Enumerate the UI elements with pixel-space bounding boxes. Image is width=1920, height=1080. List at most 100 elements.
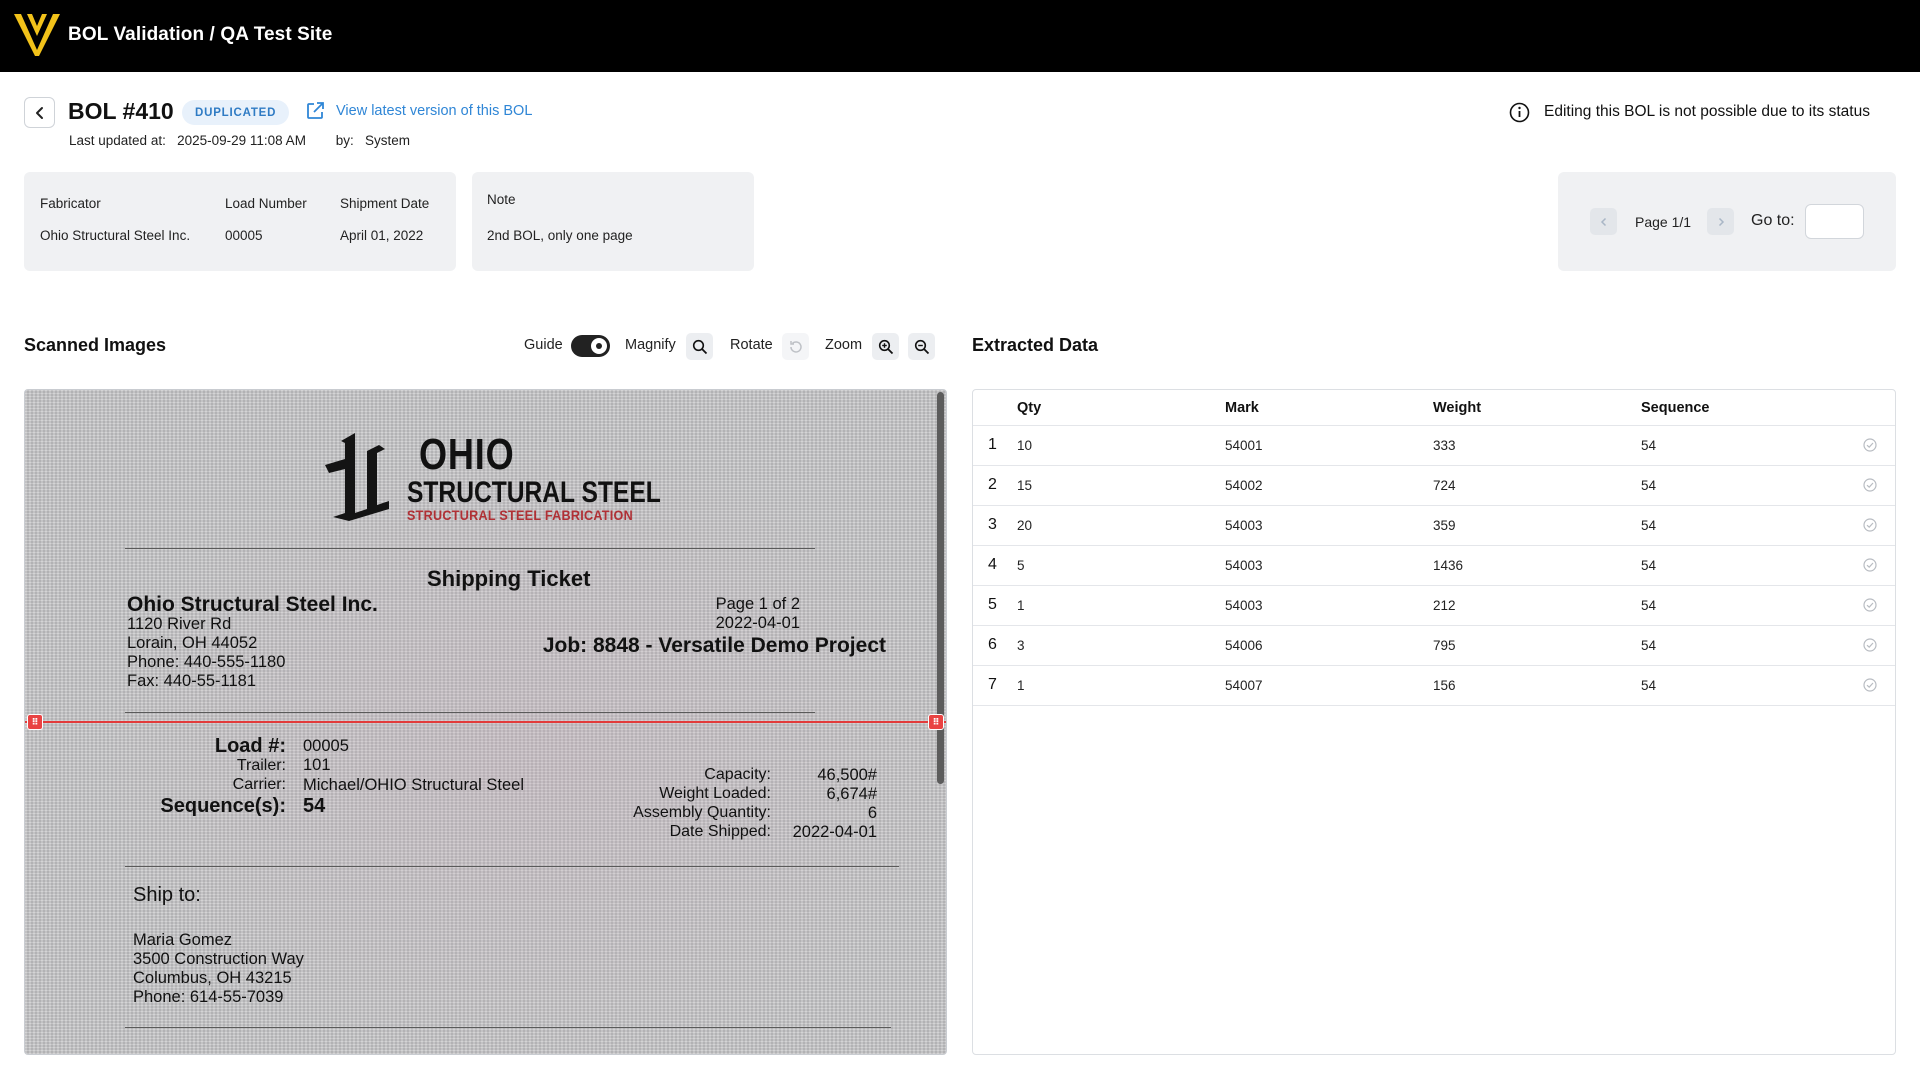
next-page-button[interactable] (1707, 208, 1734, 235)
shipment-date-label: Shipment Date (340, 196, 430, 211)
doc-carrier-value: Michael/OHIO Structural Steel (303, 776, 524, 794)
cell-sequence: 54 (1641, 638, 1657, 653)
edit-notice: Editing this BOL is not possible due to … (1544, 103, 1870, 120)
row-number: 7 (988, 676, 997, 693)
zoom-out-button[interactable] (908, 333, 935, 360)
doc-address2: Lorain, OH 44052 (127, 634, 258, 652)
cell-qty: 1 (1017, 598, 1025, 613)
doc-assembly-label: Assembly Quantity: (633, 804, 771, 821)
doc-ship-to-label: Ship to: (133, 884, 201, 906)
latest-version-link[interactable]: View latest version of this BOL (336, 103, 532, 119)
page-indicator: Page 1/1 (1635, 214, 1692, 230)
cell-weight: 724 (1433, 478, 1456, 493)
updated-value: 2025-09-29 11:08 AM (177, 133, 306, 148)
steel-beam-logo (325, 433, 389, 521)
check-circle-icon[interactable] (1863, 438, 1877, 452)
bol-summary-card (24, 172, 456, 271)
guide-toggle[interactable] (571, 335, 610, 357)
logo-icon[interactable] (12, 10, 62, 60)
doc-load-label: Load #: (214, 735, 286, 757)
load-number-label: Load Number (225, 196, 307, 211)
search-icon (692, 339, 707, 354)
back-button[interactable] (24, 97, 55, 128)
cell-sequence: 54 (1641, 438, 1657, 453)
goto-page-input[interactable] (1805, 204, 1864, 239)
doc-job: Job: 8848 - Versatile Demo Project (542, 634, 886, 657)
doc-carrier-label: Carrier: (232, 776, 286, 793)
rotate-button[interactable] (782, 333, 809, 360)
cell-weight: 795 (1433, 638, 1456, 653)
chevron-left-icon (1600, 217, 1606, 226)
doc-capacity-label: Capacity: (704, 766, 771, 783)
row-number: 3 (988, 516, 997, 533)
table-divider (973, 705, 1895, 706)
cell-sequence: 54 (1641, 678, 1657, 693)
doc-shipped-label: Date Shipped: (669, 823, 771, 840)
doc-assembly-value: 6 (867, 804, 877, 822)
row-number: 4 (988, 556, 997, 573)
guide-handle-right[interactable]: ⠿ (928, 714, 944, 730)
guide-handle-left[interactable]: ⠿ (27, 714, 43, 730)
extracted-data-title: Extracted Data (972, 335, 1099, 355)
cell-weight: 156 (1433, 678, 1456, 693)
divider (125, 1027, 891, 1028)
column-header-qty: Qty (1017, 400, 1042, 416)
by-value: System (364, 133, 410, 148)
note-label: Note (487, 192, 516, 207)
prev-page-button[interactable] (1590, 208, 1617, 235)
cell-qty: 1 (1017, 678, 1025, 693)
note-value: 2nd BOL, only one page (487, 228, 633, 243)
cell-weight: 333 (1433, 438, 1456, 453)
external-link-icon[interactable] (305, 101, 325, 121)
doc-ship-name: Maria Gomez (133, 931, 233, 949)
check-circle-icon[interactable] (1863, 638, 1877, 652)
cell-qty: 15 (1017, 478, 1033, 493)
cell-weight: 212 (1433, 598, 1456, 613)
fabricator-value: Ohio Structural Steel Inc. (40, 228, 191, 243)
magnify-button[interactable] (686, 333, 713, 360)
cell-sequence: 54 (1641, 478, 1657, 493)
check-circle-icon[interactable] (1863, 678, 1877, 692)
doc-sequence-label: Sequence(s): (160, 795, 286, 817)
app-title: BOL Validation / QA Test Site (68, 24, 333, 45)
chevron-right-icon (1718, 217, 1724, 226)
doc-ship-addr2: Columbus, OH 43215 (133, 969, 292, 987)
row-number: 5 (988, 596, 997, 613)
check-circle-icon[interactable] (1863, 478, 1877, 492)
row-number: 2 (988, 476, 997, 493)
doc-address1: 1120 River Rd (127, 615, 232, 633)
cell-mark: 54003 (1225, 598, 1263, 613)
cell-mark: 54007 (1225, 678, 1263, 693)
divider (125, 548, 815, 549)
doc-sequence-value: 54 (303, 795, 326, 817)
updated-label: Last updated at: (69, 133, 166, 148)
zoom-in-button[interactable] (872, 333, 899, 360)
scanned-image-viewer[interactable]: OHIO STRUCTURAL STEEL STRUCTURAL STEEL F… (24, 389, 947, 1055)
brand-line2: STRUCTURAL STEEL (407, 476, 661, 509)
cell-mark: 54002 (1225, 478, 1263, 493)
zoom-out-icon (914, 339, 929, 354)
page-title: BOL #410 (68, 98, 174, 124)
cell-qty: 20 (1017, 518, 1033, 533)
cell-mark: 54003 (1225, 518, 1263, 533)
cell-sequence: 54 (1641, 518, 1657, 533)
fabricator-label: Fabricator (40, 196, 101, 211)
scanned-images-title: Scanned Images (24, 335, 167, 355)
divider (125, 866, 899, 867)
toggle-knob (591, 338, 607, 354)
doc-date: 2022-04-01 (715, 614, 800, 632)
cell-qty: 5 (1017, 558, 1025, 573)
cell-weight: 1436 (1433, 558, 1464, 573)
doc-capacity-value: 46,500# (817, 766, 877, 784)
guide-label: Guide (524, 337, 563, 353)
check-circle-icon[interactable] (1863, 518, 1877, 532)
doc-weight-value: 6,674# (826, 785, 877, 803)
guide-line[interactable] (25, 721, 946, 723)
shipment-date-value: April 01, 2022 (340, 228, 424, 243)
load-number-value: 00005 (225, 228, 263, 243)
by-label: by: (335, 133, 354, 148)
check-circle-icon[interactable] (1863, 598, 1877, 612)
check-circle-icon[interactable] (1863, 558, 1877, 572)
brand-subtitle: STRUCTURAL STEEL FABRICATION (407, 507, 633, 523)
doc-trailer-value: 101 (303, 756, 331, 774)
